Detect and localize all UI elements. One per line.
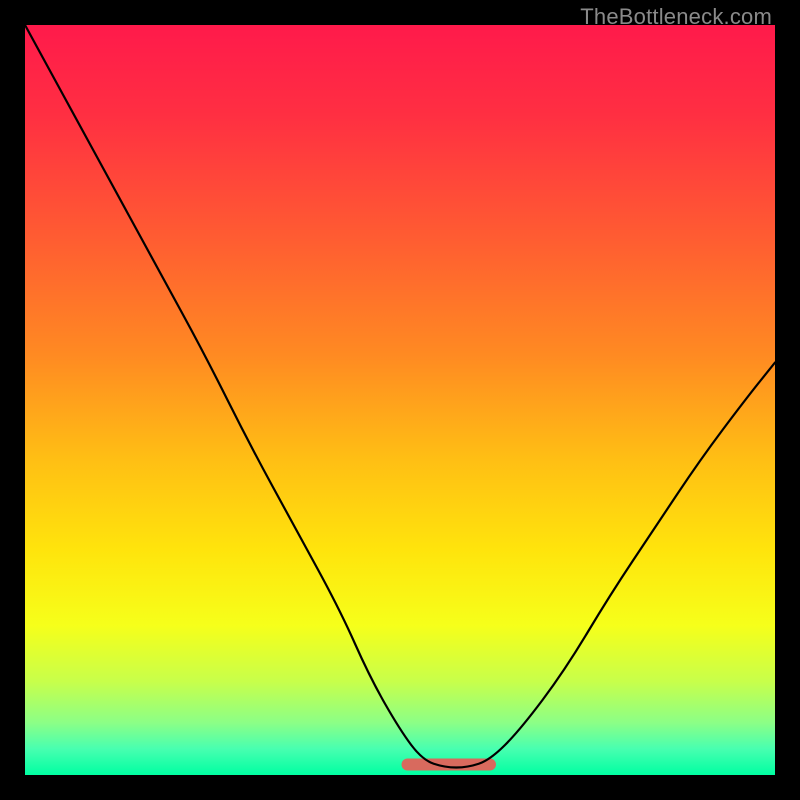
bottleneck-curve xyxy=(25,25,775,768)
curve-layer xyxy=(25,25,775,775)
plot-area xyxy=(25,25,775,775)
watermark-text: TheBottleneck.com xyxy=(580,4,772,30)
chart-frame: TheBottleneck.com xyxy=(0,0,800,800)
